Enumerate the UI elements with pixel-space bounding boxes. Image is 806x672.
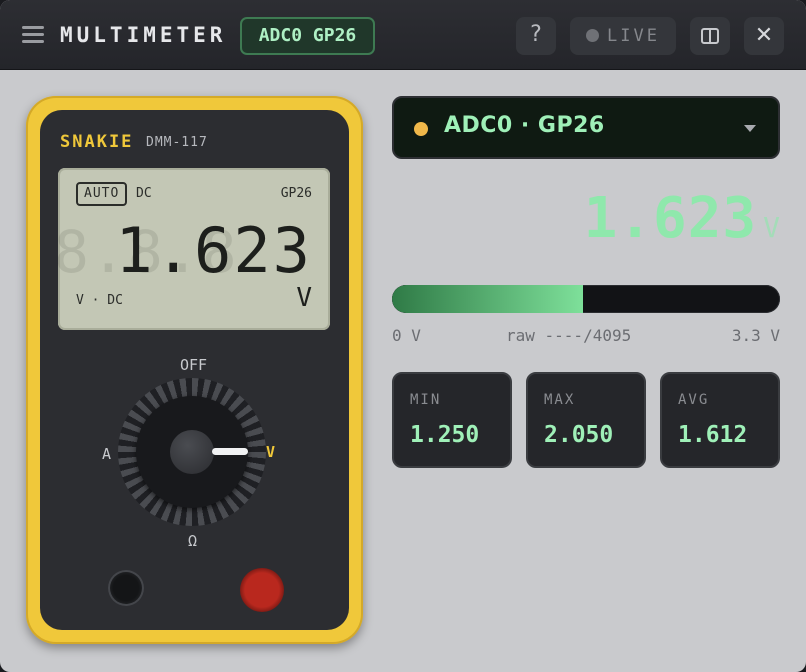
device-body: SNAKIE DMM-117 AUTO DC GP26 8.8.8 1.623 … xyxy=(40,110,349,630)
stat-label: MAX xyxy=(544,392,576,408)
dial-off-label: OFF xyxy=(180,356,208,374)
stat-card-min: MIN 1.250 xyxy=(392,372,512,468)
device-brand: SNAKIE xyxy=(60,132,134,152)
hamburger-menu-icon[interactable] xyxy=(22,26,44,44)
stat-value: 1.250 xyxy=(410,422,480,448)
lcd-mode: V · DC xyxy=(76,293,123,308)
dial-ohm-label: Ω xyxy=(188,532,198,550)
scale-min-label: 0 V xyxy=(392,326,421,345)
channel-status-dot-icon xyxy=(414,122,428,136)
dial-volt-label: V xyxy=(266,443,276,461)
chevron-down-icon xyxy=(744,125,756,132)
stat-card-max: MAX 2.050 xyxy=(526,372,646,468)
voltage-value: 1.623 xyxy=(583,186,758,251)
voltage-jack xyxy=(240,568,284,612)
stat-value: 1.612 xyxy=(678,422,748,448)
voltage-level-fill xyxy=(392,285,583,313)
title-bar: MULTIMETER ADC0 GP26 ? LIVE ✕ xyxy=(0,0,806,70)
lcd-value: 1.623 xyxy=(115,214,312,287)
live-status-dot-icon xyxy=(586,29,600,42)
dial-pointer xyxy=(212,448,248,455)
multimeter-device: SNAKIE DMM-117 AUTO DC GP26 8.8.8 1.623 … xyxy=(26,96,363,644)
raw-adc-label: raw ----/4095 xyxy=(506,326,632,345)
split-panel-icon xyxy=(701,28,719,44)
channel-select[interactable]: ADC0 · GP26 xyxy=(392,96,780,159)
dial-amp-label: A xyxy=(102,445,112,463)
multimeter-window: MULTIMETER ADC0 GP26 ? LIVE ✕ SNAKIE DMM… xyxy=(0,0,806,672)
live-toggle-button[interactable]: LIVE xyxy=(570,17,676,55)
dial-hub xyxy=(170,430,214,474)
voltage-readout: 1.623 V xyxy=(584,186,780,251)
stat-value: 2.050 xyxy=(544,422,614,448)
lcd-coupling: DC xyxy=(136,186,152,201)
voltage-unit: V xyxy=(763,211,780,244)
stat-label: MIN xyxy=(410,392,442,408)
channel-select-label: ADC0 · GP26 xyxy=(444,113,605,138)
scale-max-label: 3.3 V xyxy=(731,326,780,345)
stat-label: AVG xyxy=(678,392,710,408)
com-jack xyxy=(108,570,144,606)
close-button[interactable]: ✕ xyxy=(744,17,784,55)
app-title: MULTIMETER xyxy=(60,23,227,47)
lcd-unit: V xyxy=(296,283,312,313)
stat-card-avg: AVG 1.612 xyxy=(660,372,780,468)
lcd-display: AUTO DC GP26 8.8.8 1.623 V · DC V xyxy=(54,168,330,330)
lcd-auto-badge: AUTO xyxy=(76,182,128,206)
device-model: DMM-117 xyxy=(146,135,208,150)
live-label: LIVE xyxy=(607,26,660,46)
help-button[interactable]: ? xyxy=(516,17,556,55)
lcd-pin: GP26 xyxy=(280,186,312,201)
toggle-panel-button[interactable] xyxy=(690,17,730,55)
voltage-level-bar xyxy=(392,285,780,313)
channel-chip[interactable]: ADC0 GP26 xyxy=(240,17,375,55)
